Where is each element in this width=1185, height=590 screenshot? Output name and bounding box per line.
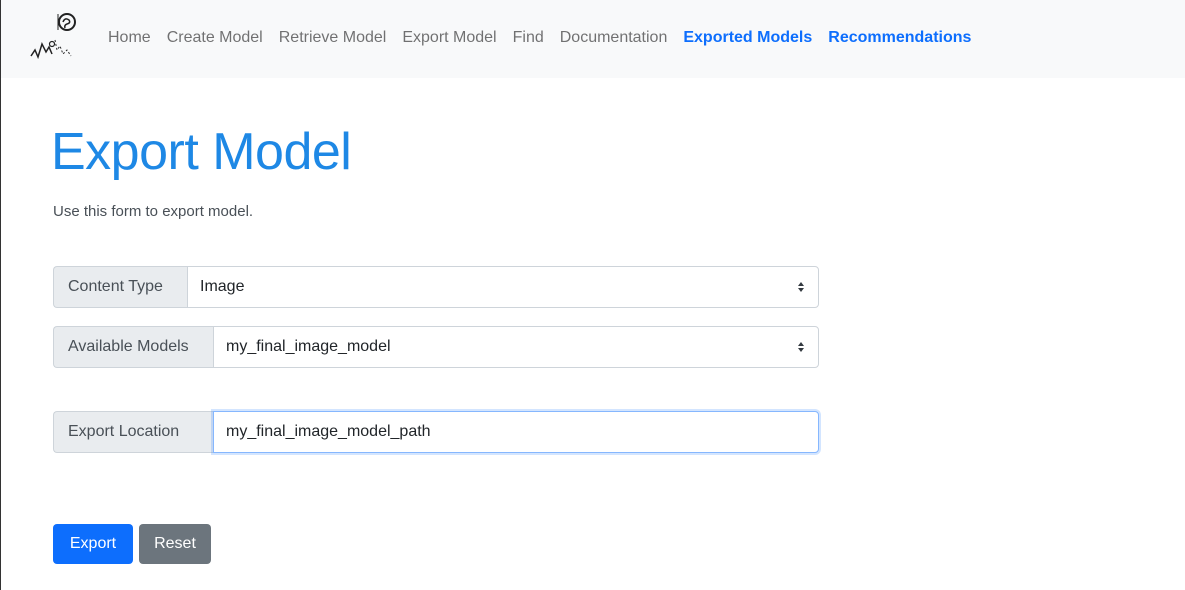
- nav-exported-models[interactable]: Exported Models: [683, 29, 812, 47]
- brain-signal-logo-icon: [30, 13, 76, 60]
- export-button[interactable]: Export: [53, 524, 133, 564]
- reset-button[interactable]: Reset: [139, 524, 211, 564]
- available-models-label: Available Models: [53, 326, 213, 368]
- available-models-select[interactable]: my_final_image_model: [213, 326, 819, 368]
- nav-home[interactable]: Home: [108, 29, 151, 47]
- nav-export-model[interactable]: Export Model: [402, 29, 496, 47]
- nav-find[interactable]: Find: [513, 29, 544, 47]
- nav-documentation[interactable]: Documentation: [560, 29, 668, 47]
- brand-logo[interactable]: [25, 10, 81, 66]
- export-location-label: Export Location: [53, 411, 213, 453]
- content-type-selected: Image: [200, 278, 245, 295]
- select-updown-icon: [798, 282, 804, 292]
- available-models-group: Available Models my_final_image_model: [53, 326, 819, 368]
- app-window: Home Create Model Retrieve Model Export …: [0, 0, 1185, 590]
- navbar: Home Create Model Retrieve Model Export …: [1, 0, 1185, 78]
- page-lead: Use this form to export model.: [53, 203, 254, 220]
- nav-recommendations[interactable]: Recommendations: [828, 29, 971, 47]
- export-location-group: Export Location: [53, 411, 819, 453]
- nav-retrieve-model[interactable]: Retrieve Model: [279, 29, 387, 47]
- select-updown-icon: [798, 342, 804, 352]
- content-type-group: Content Type Image: [53, 266, 819, 308]
- page-title: Export Model: [51, 123, 352, 181]
- content-type-label: Content Type: [53, 266, 187, 308]
- nav-create-model[interactable]: Create Model: [167, 29, 263, 47]
- available-models-selected: my_final_image_model: [226, 338, 391, 355]
- export-location-input[interactable]: [213, 411, 819, 453]
- nav-links: Home Create Model Retrieve Model Export …: [108, 29, 987, 47]
- content-type-select[interactable]: Image: [187, 266, 819, 308]
